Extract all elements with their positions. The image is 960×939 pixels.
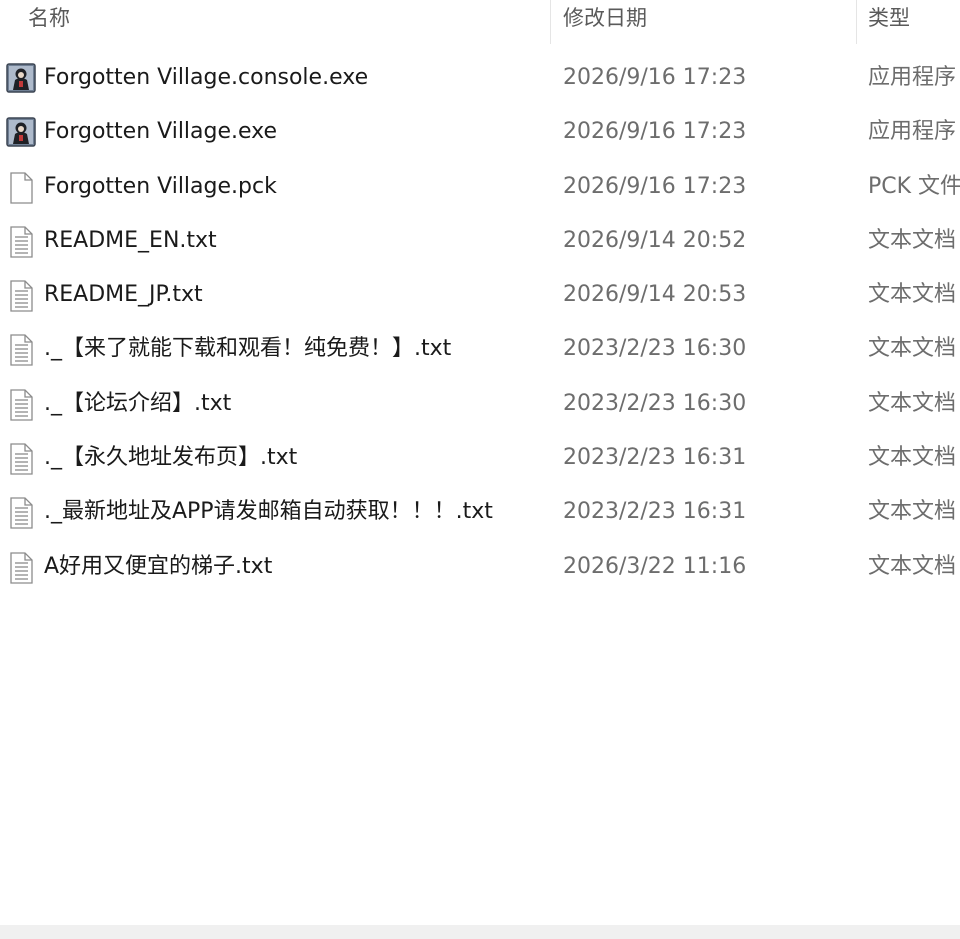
column-header-type[interactable]: 类型 [868,0,910,40]
file-name: README_EN.txt [44,227,217,253]
file-name: A好用又便宜的梯子.txt [44,553,273,579]
text-file-icon [6,334,36,367]
file-name: ._【永久地址发布页】.txt [44,445,298,471]
file-date: 2026/9/14 20:52 [563,227,747,253]
column-divider[interactable] [856,0,857,44]
column-header-date-modified[interactable]: 修改日期 [563,0,647,40]
file-type: 应用程序 [868,65,957,90]
file-list: Forgotten Village.console.exe 2026/9/16 … [0,51,960,594]
file-date: 2023/2/23 16:30 [563,336,747,362]
app-character-icon [6,117,36,149]
file-row[interactable]: README_JP.txt 2026/9/14 20:53 文本文档 [0,268,960,322]
file-date: 2026/9/16 17:23 [563,119,747,145]
file-name: ._最新地址及APP请发邮箱自动获取！！！.txt [44,499,493,525]
file-row[interactable]: Forgotten Village.pck 2026/9/16 17:23 PC… [0,160,960,214]
file-name: ._【来了就能下载和观看！纯免费！】.txt [44,336,452,362]
file-date: 2026/9/16 17:23 [563,65,747,90]
file-date: 2023/2/23 16:31 [563,499,747,525]
file-name: ._【论坛介绍】.txt [44,390,232,416]
column-divider[interactable] [550,0,551,44]
file-type: 文本文档 [868,336,957,362]
file-date: 2026/3/22 11:16 [563,553,747,579]
file-row[interactable]: README_EN.txt 2026/9/14 20:52 文本文档 [0,214,960,268]
text-file-icon [6,497,36,530]
file-type: 文本文档 [868,227,957,253]
file-date: 2026/9/14 20:53 [563,282,747,308]
file-row[interactable]: A好用又便宜的梯子.txt 2026/3/22 11:16 文本文档 [0,540,960,594]
file-row[interactable]: Forgotten Village.exe 2026/9/16 17:23 应用… [0,105,960,159]
text-file-icon [6,443,36,475]
horizontal-scrollbar-track[interactable] [0,925,960,939]
column-header-bar: 名称 修改日期 类型 [0,0,960,44]
file-date: 2023/2/23 16:30 [563,390,747,416]
file-name: Forgotten Village.pck [44,173,277,199]
file-type: 文本文档 [868,390,957,416]
file-type: 文本文档 [868,445,957,471]
file-row[interactable]: ._【来了就能下载和观看！纯免费！】.txt 2023/2/23 16:30 文… [0,322,960,376]
text-file-icon [6,226,36,258]
file-type: 文本文档 [868,282,957,308]
blank-file-icon [6,171,36,204]
text-file-icon [6,280,36,312]
file-type: 文本文档 [868,553,957,579]
text-file-icon [6,389,36,421]
file-name: Forgotten Village.console.exe [44,65,369,90]
file-type: 应用程序 [868,119,957,145]
app-character-icon [6,63,36,95]
file-name: README_JP.txt [44,282,203,308]
column-header-name[interactable]: 名称 [28,0,70,40]
text-file-icon [6,552,36,584]
file-date: 2026/9/16 17:23 [563,173,747,199]
file-row[interactable]: ._【论坛介绍】.txt 2023/2/23 16:30 文本文档 [0,377,960,431]
file-name: Forgotten Village.exe [44,119,278,145]
file-row[interactable]: ._【永久地址发布页】.txt 2023/2/23 16:31 文本文档 [0,431,960,485]
file-type: PCK 文件 [868,173,960,199]
file-row[interactable]: ._最新地址及APP请发邮箱自动获取！！！.txt 2023/2/23 16:3… [0,485,960,539]
file-date: 2023/2/23 16:31 [563,445,747,471]
file-row[interactable]: Forgotten Village.console.exe 2026/9/16 … [0,51,960,105]
file-explorer-list: 名称 修改日期 类型 Forgotten Village.console.exe… [0,0,960,939]
file-type: 文本文档 [868,499,957,525]
